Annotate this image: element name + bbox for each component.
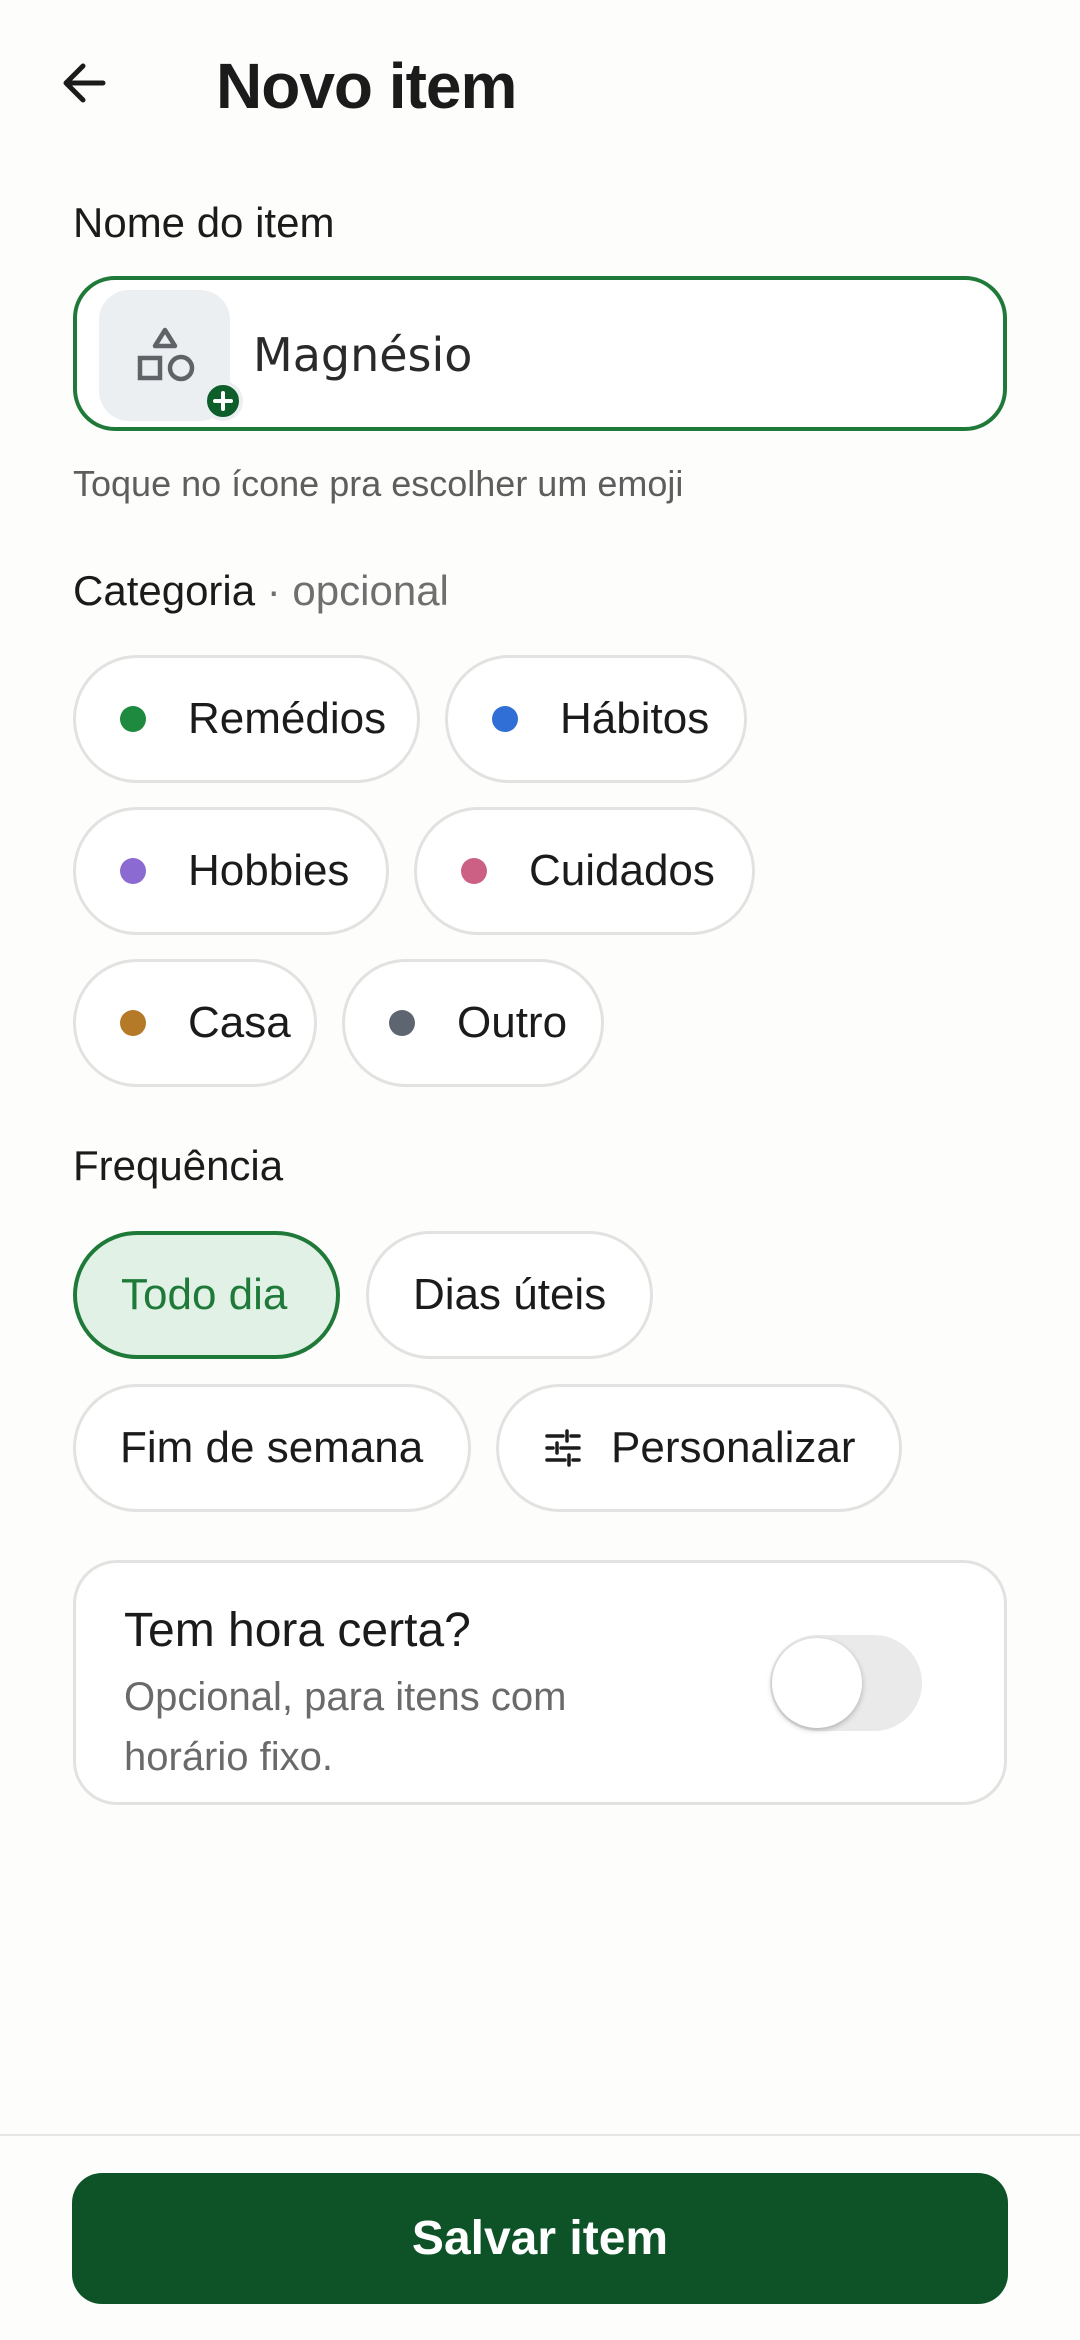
tune-icon [543, 1428, 583, 1468]
frequency-chip-todo-dia[interactable]: Todo dia [73, 1231, 340, 1359]
frequency-chip-fim-de-semana[interactable]: Fim de semana [73, 1384, 471, 1512]
chip-label: Hábitos [560, 694, 710, 743]
category-chip-remedios[interactable]: Remédios [73, 655, 420, 783]
orange-dot-icon [120, 1010, 146, 1036]
save-item-button[interactable]: Salvar item [72, 2173, 1008, 2304]
chip-label: Todo dia [121, 1270, 288, 1319]
category-chip-habitos[interactable]: Hábitos [445, 655, 747, 783]
category-optional-text: · opcional [266, 567, 449, 614]
arrow-left-icon [57, 55, 113, 116]
frequency-chip-dias-uteis[interactable]: Dias úteis [366, 1231, 653, 1359]
emoji-picker-button[interactable] [99, 290, 243, 421]
toggle-knob [772, 1638, 862, 1728]
fixed-time-toggle[interactable] [770, 1635, 922, 1731]
chip-label: Outro [457, 998, 568, 1047]
category-label-text: Categoria [73, 567, 256, 614]
fixed-time-card: Tem hora certa? Opcional, para itens com… [73, 1560, 1007, 1805]
category-chip-outro[interactable]: Outro [342, 959, 604, 1087]
shapes-icon [135, 326, 195, 391]
item-name-label: Nome do item [73, 199, 335, 246]
page-title: Novo item [216, 50, 517, 122]
chip-label: Cuidados [529, 846, 715, 895]
pink-dot-icon [461, 858, 487, 884]
back-button[interactable] [50, 50, 120, 120]
fixed-time-title: Tem hora certa? [124, 1604, 471, 1657]
plus-icon [203, 381, 243, 421]
purple-dot-icon [120, 858, 146, 884]
blue-dot-icon [492, 706, 518, 732]
category-chip-cuidados[interactable]: Cuidados [414, 807, 755, 935]
item-name-input[interactable] [253, 320, 953, 390]
green-dot-icon [120, 706, 146, 732]
chip-label: Remédios [188, 694, 387, 743]
category-label: Categoria · opcional [73, 564, 449, 618]
footer-divider [0, 2134, 1080, 2136]
frequency-label: Frequência [73, 1142, 284, 1189]
chip-label: Personalizar [611, 1423, 856, 1472]
emoji-hint: Toque no ícone pra escolher um emoji [73, 463, 684, 504]
item-name-field[interactable] [73, 276, 1007, 431]
category-chip-hobbies[interactable]: Hobbies [73, 807, 389, 935]
chip-label: Fim de semana [120, 1423, 424, 1472]
new-item-screen: Novo item Nome do item Toque no ícone pr… [0, 0, 1080, 2340]
gray-dot-icon [389, 1010, 415, 1036]
fixed-time-subtitle: Opcional, para itens com horário fixo. [124, 1675, 567, 1779]
chip-label: Dias úteis [413, 1270, 607, 1319]
category-chip-casa[interactable]: Casa [73, 959, 317, 1087]
chip-label: Casa [188, 998, 291, 1047]
frequency-chip-personalizar[interactable]: Personalizar [496, 1384, 902, 1512]
chip-label: Hobbies [188, 846, 350, 895]
